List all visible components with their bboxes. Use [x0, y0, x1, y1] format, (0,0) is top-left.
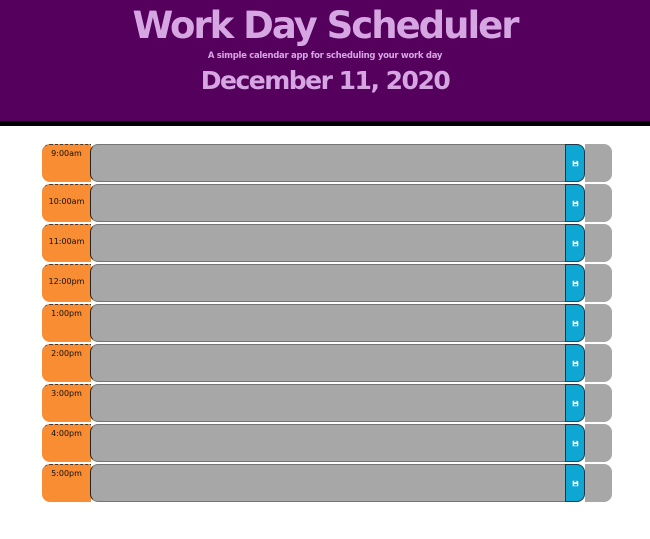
- row-right-spacer: [585, 304, 612, 342]
- save-button[interactable]: [565, 304, 585, 342]
- description-input[interactable]: [90, 224, 566, 262]
- floppy-disk-icon: [572, 440, 578, 446]
- hour-label: 11:00am: [42, 224, 91, 262]
- floppy-disk-icon: [572, 320, 578, 326]
- description-input[interactable]: [90, 304, 566, 342]
- timeblock-row: 9:00am: [41, 143, 612, 183]
- save-button[interactable]: [565, 264, 585, 302]
- hour-label: 3:00pm: [42, 384, 91, 422]
- floppy-disk-icon: [572, 280, 578, 286]
- hour-label: 2:00pm: [42, 344, 91, 382]
- description-input[interactable]: [90, 424, 566, 462]
- page-subtitle: A simple calendar app for scheduling you…: [207, 51, 443, 61]
- timeblock-row: 11:00am: [41, 223, 612, 263]
- hour-label: 10:00am: [42, 184, 91, 222]
- floppy-disk-icon: [572, 240, 578, 246]
- row-right-spacer: [585, 264, 612, 302]
- save-button[interactable]: [565, 144, 585, 182]
- floppy-disk-icon: [572, 400, 578, 406]
- save-button[interactable]: [565, 384, 585, 422]
- timeblock-row: 2:00pm: [41, 343, 612, 383]
- row-right-spacer: [585, 464, 612, 502]
- floppy-disk-icon: [572, 360, 578, 366]
- description-input[interactable]: [90, 344, 566, 382]
- save-button[interactable]: [565, 424, 585, 462]
- timeblock-row: 4:00pm: [41, 423, 612, 463]
- timeblock-row: 10:00am: [41, 183, 612, 223]
- hour-label: 12:00pm: [42, 264, 91, 302]
- row-right-spacer: [585, 384, 612, 422]
- timeblock-row: 3:00pm: [41, 383, 612, 423]
- row-right-spacer: [585, 424, 612, 462]
- description-input[interactable]: [90, 384, 566, 422]
- hour-label: 1:00pm: [42, 304, 91, 342]
- current-day: December 11, 2020: [200, 66, 451, 95]
- hour-label: 9:00am: [42, 144, 91, 182]
- page-title: Work Day Scheduler: [132, 4, 519, 47]
- jumbotron-header: Work Day Scheduler A simple calendar app…: [0, 0, 650, 126]
- row-right-spacer: [585, 144, 612, 182]
- row-right-spacer: [585, 224, 612, 262]
- row-right-spacer: [585, 344, 612, 382]
- floppy-disk-icon: [572, 480, 578, 486]
- timeblock-row: 5:00pm: [41, 463, 612, 503]
- save-button[interactable]: [565, 464, 585, 502]
- floppy-disk-icon: [572, 160, 578, 166]
- timeblock-list: 9:00am 10:00am 11:00am 12:00pm 1:00pm 2:…: [41, 143, 612, 503]
- save-button[interactable]: [565, 184, 585, 222]
- hour-label: 4:00pm: [42, 424, 91, 462]
- save-button[interactable]: [565, 224, 585, 262]
- timeblock-row: 1:00pm: [41, 303, 612, 343]
- row-right-spacer: [585, 184, 612, 222]
- description-input[interactable]: [90, 184, 566, 222]
- timeblock-row: 12:00pm: [41, 263, 612, 303]
- save-button[interactable]: [565, 344, 585, 382]
- description-input[interactable]: [90, 144, 566, 182]
- description-input[interactable]: [90, 464, 566, 502]
- description-input[interactable]: [90, 264, 566, 302]
- hour-label: 5:00pm: [42, 464, 91, 502]
- floppy-disk-icon: [572, 200, 578, 206]
